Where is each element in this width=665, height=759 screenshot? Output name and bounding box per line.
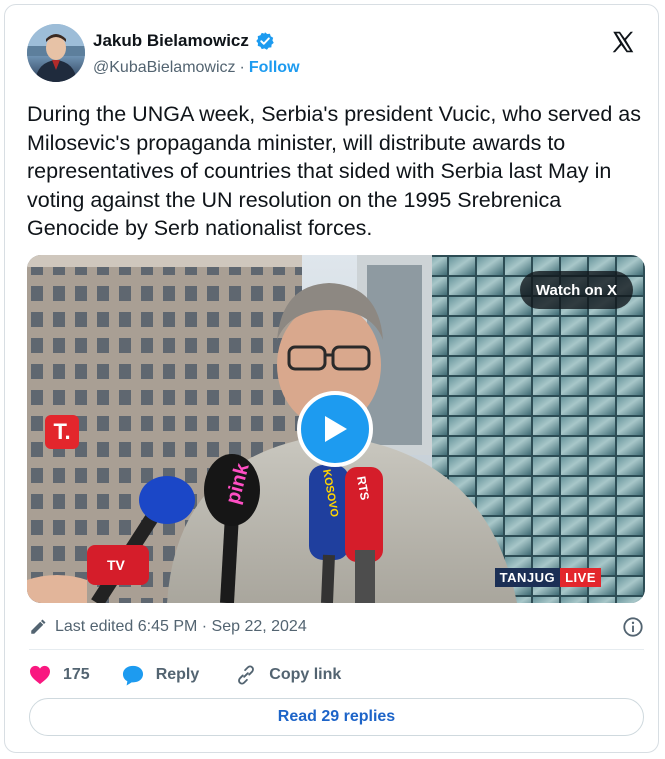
svg-text:TV: TV xyxy=(107,557,126,573)
info-icon[interactable] xyxy=(622,616,644,638)
live-badge-channel: TANJUG xyxy=(494,568,561,587)
verified-badge-icon xyxy=(256,32,274,50)
author-name[interactable]: Jakub Bielamowicz xyxy=(93,31,249,51)
like-button[interactable]: 175 xyxy=(29,665,90,685)
avatar[interactable] xyxy=(27,24,85,82)
watch-on-x-button[interactable]: Watch on X xyxy=(519,271,633,309)
read-replies-button[interactable]: Read 29 replies xyxy=(29,698,644,736)
reply-button[interactable]: Reply xyxy=(122,665,200,686)
x-logo-icon[interactable] xyxy=(610,29,636,55)
link-icon xyxy=(238,665,255,685)
play-icon xyxy=(325,416,347,442)
tweet-card: Jakub Bielamowicz @KubaBielamowicz · Fol… xyxy=(4,4,659,753)
heart-icon xyxy=(30,665,50,685)
last-edited-text[interactable]: Last edited 6:45 PM · Sep 22, 2024 xyxy=(55,618,307,636)
copy-link-button[interactable]: Copy link xyxy=(235,664,341,686)
video-player[interactable]: pink KOSOVO RTS TV T. Watch on X TANJUG … xyxy=(27,255,645,603)
reply-bubble-icon xyxy=(122,665,143,686)
pencil-icon xyxy=(31,619,46,634)
action-bar: 175 Reply Copy link xyxy=(29,660,377,690)
handle-separator: · xyxy=(239,59,245,76)
divider xyxy=(29,649,644,650)
likes-count: 175 xyxy=(63,666,90,683)
author-handle[interactable]: @KubaBielamowicz xyxy=(93,59,236,77)
play-button[interactable] xyxy=(297,391,373,467)
reply-label: Reply xyxy=(155,666,200,683)
tweet-text: During the UNGA week, Serbia's president… xyxy=(27,102,641,240)
channel-logo: T. xyxy=(45,415,79,449)
edit-info-row: Last edited 6:45 PM · Sep 22, 2024 xyxy=(29,615,644,639)
follow-button[interactable]: Follow xyxy=(249,59,300,77)
live-badge-live: LIVE xyxy=(560,568,601,587)
live-badge: TANJUG LIVE xyxy=(494,568,601,587)
copy-link-label: Copy link xyxy=(269,666,342,683)
